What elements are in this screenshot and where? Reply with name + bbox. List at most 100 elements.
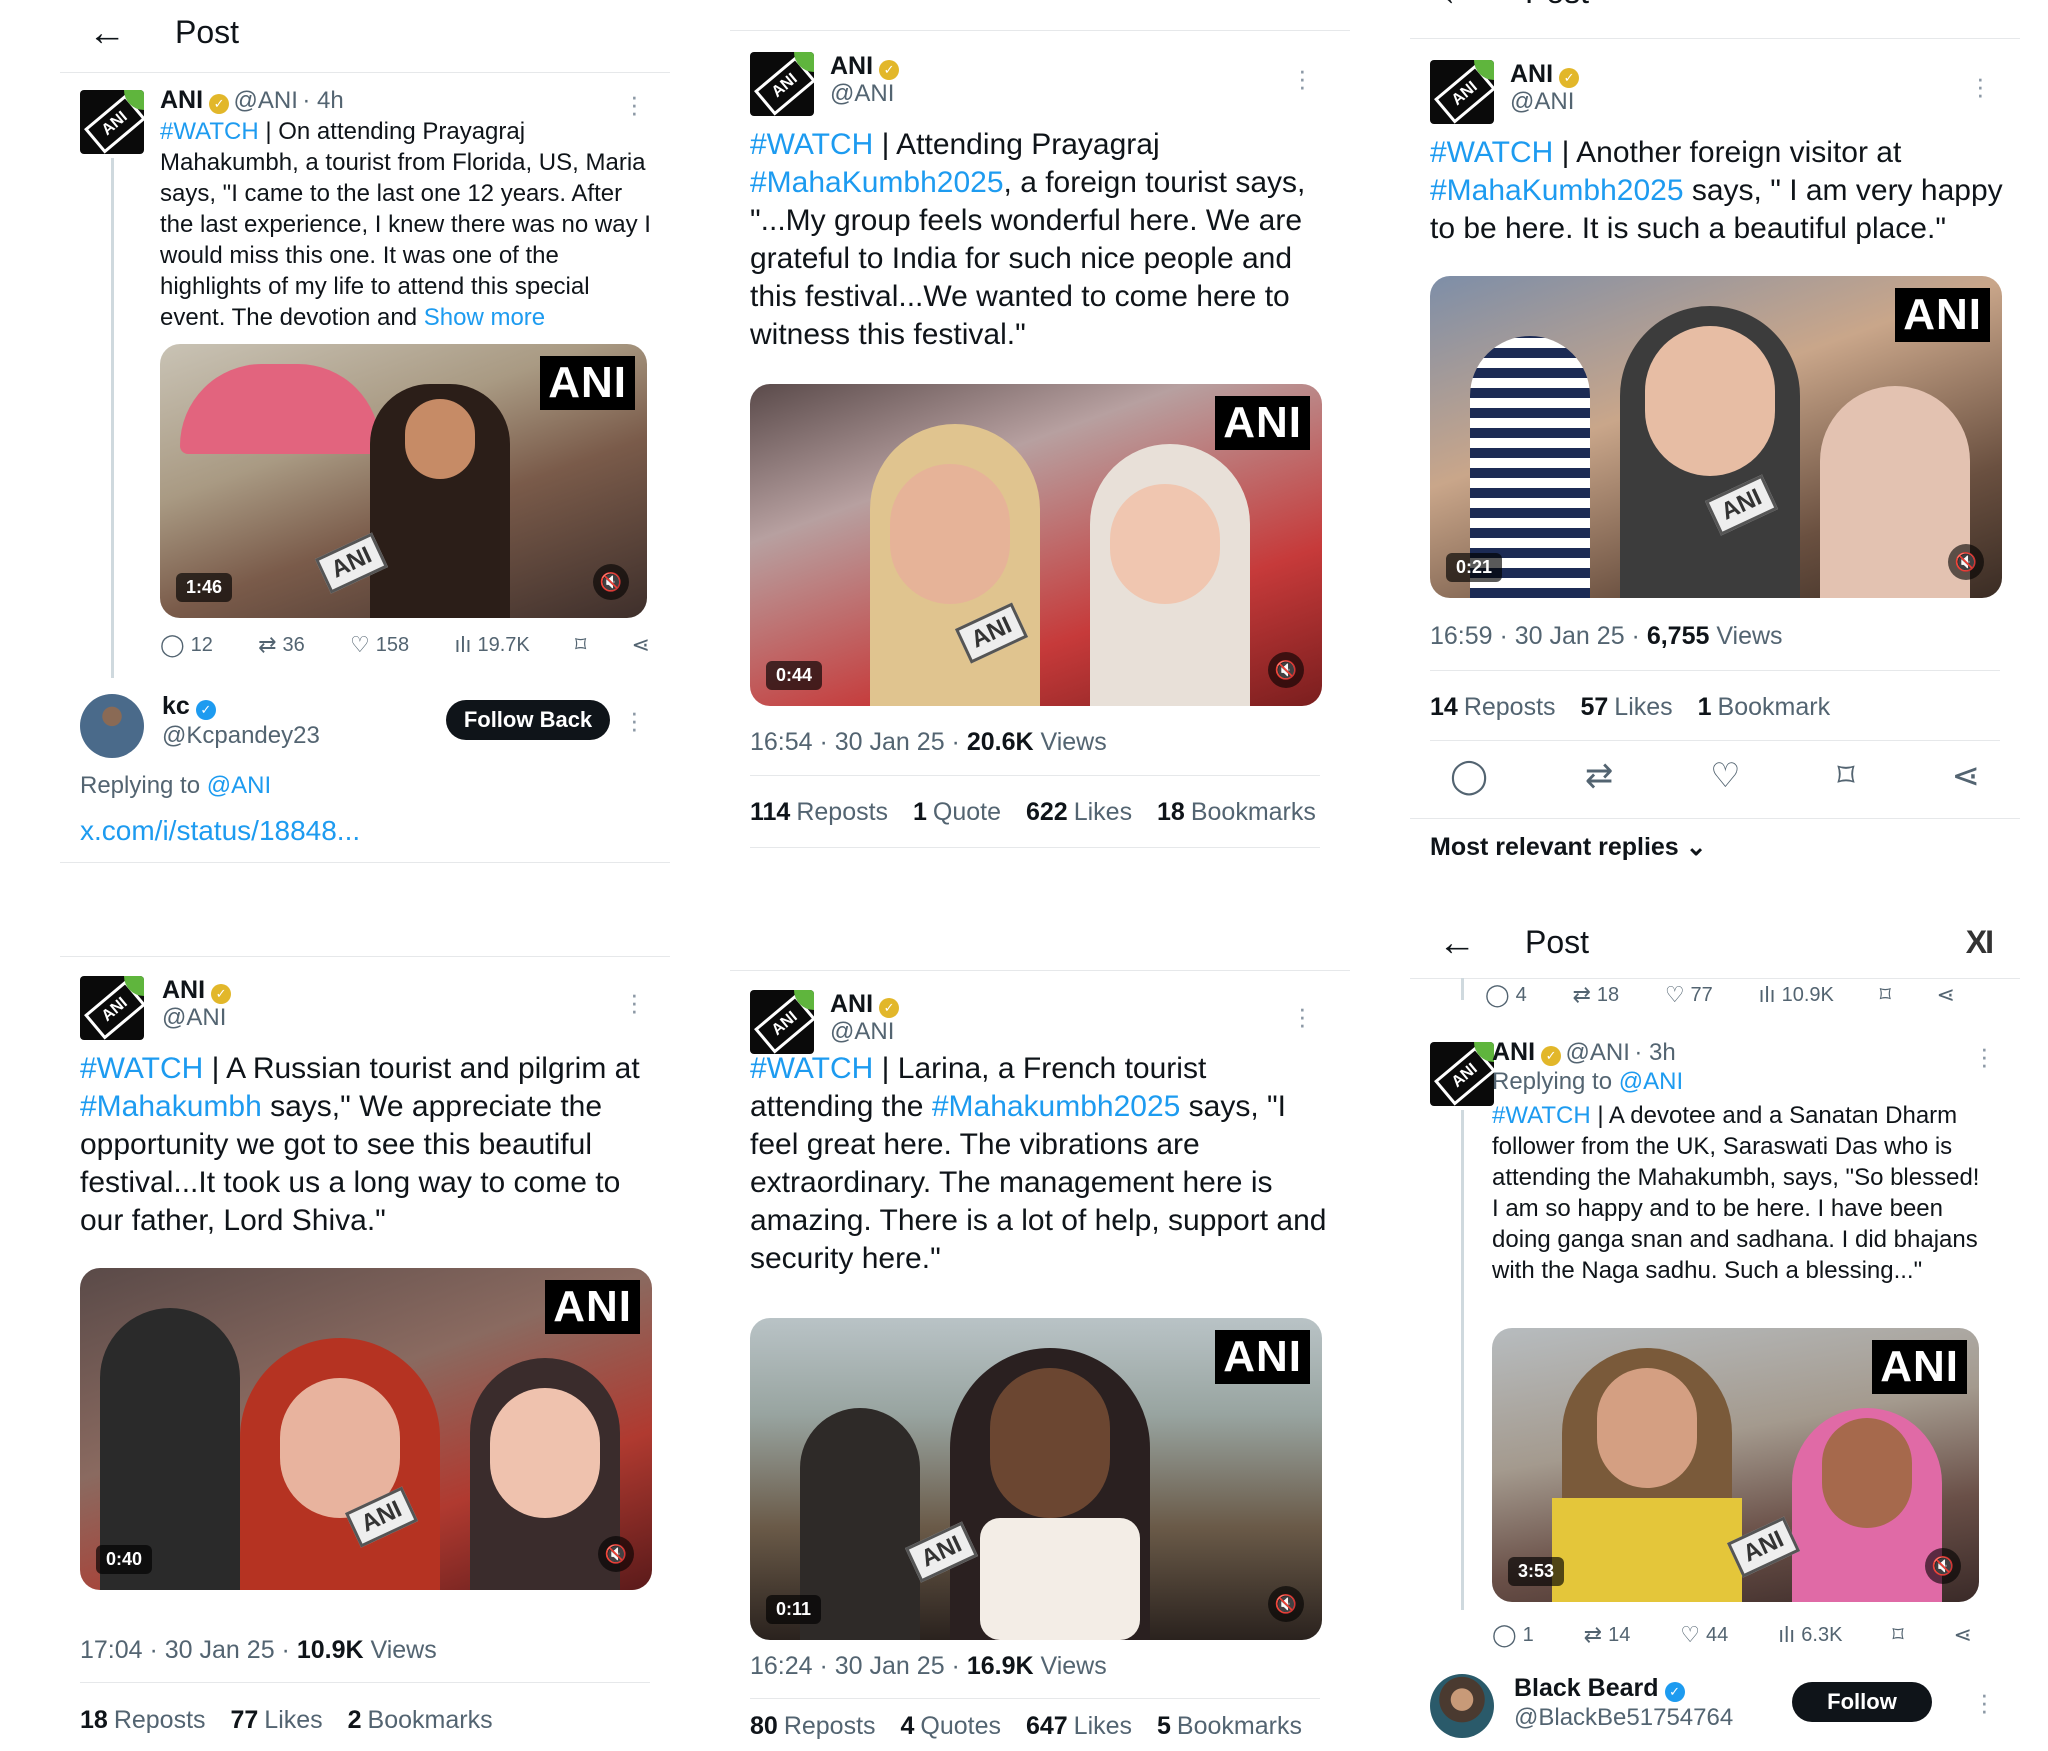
repost-button[interactable]: ⇄ 36 [258,632,305,658]
replying-to-handle[interactable]: @ANI [1619,1068,1683,1095]
user-handle[interactable]: @ANI [234,87,298,114]
hashtag-link[interactable]: #WATCH [80,1052,203,1085]
avatar[interactable]: ANI [750,52,814,116]
mute-icon[interactable]: 🔇 [1268,652,1304,688]
share-icon[interactable]: ⋖ [1952,756,1981,796]
mute-icon[interactable]: 🔇 [1948,544,1984,580]
sort-replies-dropdown[interactable]: Most relevant replies ⌄ [1430,832,1707,862]
bookmark-button[interactable]: ⌑ [575,632,586,658]
hashtag-link[interactable]: #Mahakumbh2025 [932,1090,1181,1123]
hashtag-link[interactable]: #WATCH [750,1052,873,1085]
bookmarks-stat[interactable]: 1 Bookmark [1698,693,1830,721]
reposts-stat[interactable]: 18 Reposts [80,1706,206,1734]
back-arrow-icon[interactable]: ← [1438,922,1476,965]
avatar[interactable]: ANI [1430,1042,1494,1106]
mute-icon[interactable]: 🔇 [598,1536,634,1572]
follow-back-button[interactable]: Follow Back [446,700,610,740]
show-more-link[interactable]: Show more [424,304,545,331]
hashtag-link[interactable]: #MahaKumbh2025 [1430,174,1684,207]
reposts-stat[interactable]: 114 Reposts [750,798,888,826]
mute-icon[interactable]: 🔇 [1925,1548,1961,1584]
hashtag-link[interactable]: #WATCH [750,128,873,161]
reply-user-name[interactable]: Black Beard [1514,1674,1659,1702]
repost-icon[interactable]: ⇄ [1585,756,1614,796]
reply-icon[interactable]: ◯ [1450,756,1488,796]
repost-button[interactable]: ⇄ 14 [1584,1622,1631,1648]
likes-stat[interactable]: 622 Likes [1026,798,1132,826]
reply-user-name[interactable]: kc [162,692,190,720]
quotes-stat[interactable]: 1 Quote [913,798,1001,826]
more-options-icon[interactable]: · · · [1980,1035,1989,1077]
user-name[interactable]: ANI [1510,60,1553,88]
heart-icon[interactable]: ♡ [1710,756,1740,796]
mute-icon[interactable]: 🔇 [593,564,629,600]
hashtag-link[interactable]: #WATCH [160,118,259,145]
bookmark-button[interactable]: ⌑ [1892,1622,1903,1648]
share-button[interactable]: ⋖ [1954,1622,1972,1648]
reply-avatar[interactable] [80,694,144,758]
user-name[interactable]: ANI [160,86,203,114]
back-arrow-icon[interactable]: ← [88,12,126,55]
reply-button[interactable]: ◯ 1 [1492,1622,1534,1648]
reply-avatar[interactable] [1430,1674,1494,1738]
follow-button[interactable]: Follow [1792,1682,1932,1722]
more-options-icon[interactable]: · · · [1980,1681,1989,1723]
mute-icon[interactable]: 🔇 [1268,1586,1304,1622]
user-name[interactable]: ANI [162,976,205,1004]
user-name[interactable]: ANI [830,52,873,80]
likes-stat[interactable]: 647 Likes [1026,1712,1132,1740]
likes-stat[interactable]: 57 Likes [1580,693,1672,721]
hashtag-link[interactable]: #MahaKumbh2025 [750,166,1004,199]
replying-to-handle[interactable]: @ANI [207,772,271,799]
video-player[interactable]: ANI ANI 3:53 🔇 [1492,1328,1979,1602]
video-player[interactable]: ANI ANI 1:46 🔇 [160,344,647,618]
reply-handle[interactable]: @BlackBe51754764 [1514,1704,1733,1732]
repost-button[interactable]: ⇄ 18 [1572,982,1619,1008]
bookmarks-stat[interactable]: 2 Bookmarks [348,1706,493,1734]
quotes-stat[interactable]: 4 Quotes [900,1712,1001,1740]
user-handle[interactable]: @ANI [830,1018,894,1046]
views-button[interactable]: ılı 6.3K [1778,1622,1842,1648]
video-player[interactable]: ANI ANI 0:40 🔇 [80,1268,652,1590]
hashtag-link[interactable]: #WATCH [1492,1102,1591,1129]
more-options-icon[interactable]: · · · [1976,65,1985,107]
like-button[interactable]: ♡ 158 [350,632,409,658]
x-logo-icon[interactable]: XI [1966,924,1994,961]
reply-handle[interactable]: @Kcpandey23 [162,722,320,750]
more-options-icon[interactable]: · · · [630,699,639,741]
likes-stat[interactable]: 77 Likes [230,1706,322,1734]
more-options-icon[interactable]: · · · [1298,57,1307,99]
back-arrow-icon[interactable]: ← [1438,0,1476,15]
reply-button[interactable]: ◯ 12 [160,632,213,658]
avatar[interactable]: ANI [80,976,144,1040]
avatar[interactable]: ANI [750,990,814,1054]
bookmark-button[interactable]: ⌑ [1880,982,1891,1008]
user-handle[interactable]: @ANI [1566,1039,1630,1066]
share-button[interactable]: ⋖ [1937,982,1955,1008]
more-options-icon[interactable]: · · · [1298,995,1307,1037]
video-player[interactable]: ANI ANI 0:11 🔇 [750,1318,1322,1640]
more-options-icon[interactable]: · · · [630,83,639,125]
share-button[interactable]: ⋖ [632,632,650,658]
like-button[interactable]: ♡ 77 [1665,982,1713,1008]
avatar[interactable]: ANI [1430,60,1494,124]
user-handle[interactable]: @ANI [162,1004,226,1032]
video-player[interactable]: ANI ANI 0:21 🔇 [1430,276,2002,598]
bookmarks-stat[interactable]: 5 Bookmarks [1157,1712,1302,1740]
more-options-icon[interactable]: · · · [630,981,639,1023]
reposts-stat[interactable]: 80 Reposts [750,1712,876,1740]
views-button[interactable]: ılı 19.7K [454,632,529,658]
bookmarks-stat[interactable]: 18 Bookmarks [1157,798,1316,826]
user-name[interactable]: ANI [830,990,873,1018]
status-link[interactable]: x.com/i/status/18848... [80,815,360,847]
avatar[interactable]: ANI [80,90,144,154]
reply-button[interactable]: ◯ 4 [1485,982,1527,1008]
reposts-stat[interactable]: 14 Reposts [1430,693,1556,721]
user-handle[interactable]: @ANI [1510,88,1574,116]
views-button[interactable]: ılı 10.9K [1758,982,1833,1008]
user-name[interactable]: ANI [1492,1038,1535,1066]
bookmark-icon[interactable]: ⌑ [1837,756,1854,796]
hashtag-link[interactable]: #WATCH [1430,136,1553,169]
like-button[interactable]: ♡ 44 [1680,1622,1728,1648]
user-handle[interactable]: @ANI [830,80,894,108]
